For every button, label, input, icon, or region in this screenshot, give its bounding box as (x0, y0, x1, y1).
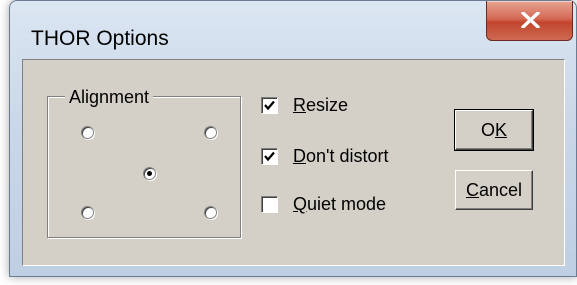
radio-align-bottom-right[interactable] (204, 206, 217, 219)
quiet-mode-checkbox[interactable] (261, 196, 278, 213)
resize-checkbox[interactable] (261, 97, 278, 114)
radio-align-bottom-left[interactable] (81, 206, 94, 219)
alignment-group-label: Alignment (65, 88, 154, 106)
radio-align-center[interactable] (143, 167, 156, 180)
checkmark-icon (264, 151, 275, 162)
dialog-client-area: Alignment Resize Don't distort Quiet mod… (22, 59, 565, 266)
close-icon (521, 12, 540, 28)
ok-button[interactable]: OK (454, 109, 534, 151)
cancel-button[interactable]: Cancel (455, 170, 533, 210)
quiet-mode-label[interactable]: Quiet mode (293, 194, 386, 214)
title-bar[interactable]: THOR Options (10, 1, 576, 56)
resize-label[interactable]: Resize (293, 95, 348, 115)
window-title: THOR Options (31, 27, 169, 50)
checkmark-icon (264, 100, 275, 111)
dont-distort-label[interactable]: Don't distort (293, 146, 388, 166)
radio-align-top-right[interactable] (204, 126, 217, 139)
close-button[interactable] (486, 1, 573, 41)
dont-distort-checkbox[interactable] (261, 148, 278, 165)
radio-selected-dot (147, 171, 152, 176)
dialog-window: THOR Options Alignment Resize Don't dist… (9, 0, 577, 277)
radio-align-top-left[interactable] (81, 126, 94, 139)
